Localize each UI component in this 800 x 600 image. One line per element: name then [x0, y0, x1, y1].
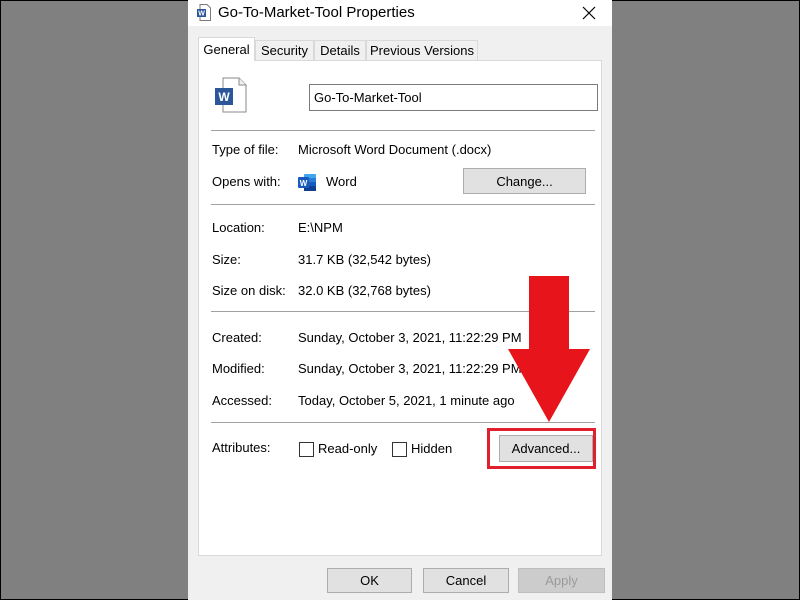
close-icon — [582, 6, 596, 20]
location-value: E:\NPM — [298, 220, 343, 235]
tab-details-label: Details — [320, 43, 360, 58]
svg-text:W: W — [300, 179, 308, 188]
ok-button[interactable]: OK — [327, 568, 412, 593]
divider — [211, 204, 595, 205]
tab-previous-versions[interactable]: Previous Versions — [366, 40, 478, 60]
created-label: Created: — [212, 330, 262, 345]
tab-previous-versions-label: Previous Versions — [369, 43, 475, 58]
close-button[interactable] — [572, 0, 606, 26]
divider — [211, 130, 595, 131]
svg-text:W: W — [218, 90, 230, 104]
change-button[interactable]: Change... — [463, 168, 586, 194]
red-down-arrow-icon — [508, 276, 590, 422]
title-bar: W Go-To-Market-Tool Properties — [188, 0, 612, 26]
modified-label: Modified: — [212, 361, 265, 376]
file-type-icon: W — [215, 77, 249, 113]
accessed-value: Today, October 5, 2021, 1 minute ago — [298, 393, 515, 408]
file-name-field[interactable] — [309, 84, 598, 111]
type-of-file-value: Microsoft Word Document (.docx) — [298, 142, 492, 157]
type-of-file-label: Type of file: — [212, 142, 279, 157]
location-label: Location: — [212, 220, 265, 235]
word-document-icon: W — [197, 4, 211, 21]
accessed-label: Accessed: — [212, 393, 272, 408]
opens-with-value: Word — [326, 174, 357, 189]
advanced-button-highlight — [487, 428, 596, 469]
hidden-checkbox[interactable] — [392, 442, 407, 457]
tab-general-label: General — [203, 42, 250, 57]
read-only-checkbox[interactable] — [299, 442, 314, 457]
divider — [211, 422, 595, 423]
tab-security-label: Security — [261, 43, 308, 58]
size-label: Size: — [212, 252, 241, 267]
modified-value: Sunday, October 3, 2021, 11:22:29 PM — [298, 361, 522, 376]
svg-text:W: W — [198, 11, 205, 18]
read-only-label[interactable]: Read-only — [318, 441, 377, 456]
size-on-disk-value: 32.0 KB (32,768 bytes) — [298, 283, 431, 298]
attributes-label: Attributes: — [212, 440, 271, 455]
opens-with-label: Opens with: — [212, 174, 281, 189]
tab-general[interactable]: General — [198, 37, 255, 61]
created-value: Sunday, October 3, 2021, 11:22:29 PM — [298, 330, 522, 345]
size-value: 31.7 KB (32,542 bytes) — [298, 252, 431, 267]
apply-button[interactable]: Apply — [518, 568, 605, 593]
word-app-icon: W — [298, 173, 317, 192]
tab-details[interactable]: Details — [314, 40, 366, 60]
hidden-label[interactable]: Hidden — [411, 441, 452, 456]
window-title: Go-To-Market-Tool Properties — [218, 4, 415, 21]
cancel-button[interactable]: Cancel — [423, 568, 509, 593]
size-on-disk-label: Size on disk: — [212, 283, 286, 298]
tab-security[interactable]: Security — [255, 40, 314, 60]
